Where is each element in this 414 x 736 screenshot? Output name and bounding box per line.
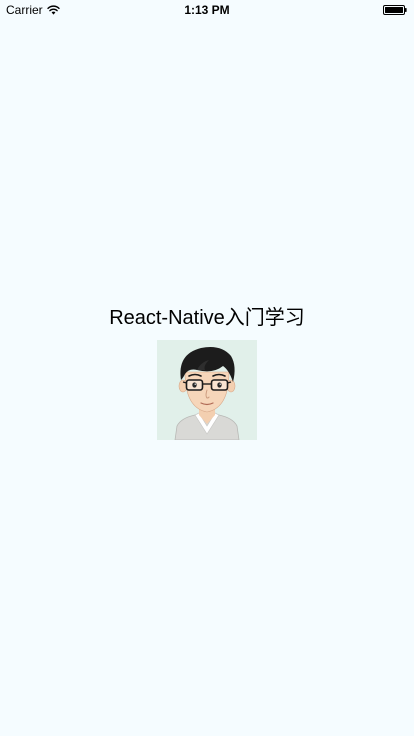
welcome-title: React-Native入门学习 — [109, 307, 305, 329]
avatar-illustration — [157, 340, 257, 440]
avatar — [157, 340, 257, 440]
main-content: React-Native入门学习 — [0, 0, 414, 736]
